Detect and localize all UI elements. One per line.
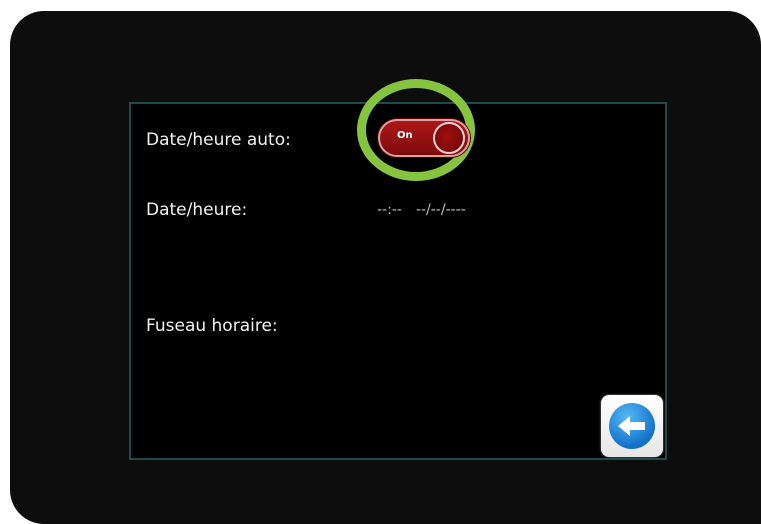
toggle-state-label: On bbox=[397, 130, 413, 141]
time-value: --:-- bbox=[377, 202, 402, 218]
back-button[interactable] bbox=[601, 395, 663, 457]
timezone-label: Fuseau horaire: bbox=[146, 316, 278, 336]
auto-datetime-label: Date/heure auto: bbox=[146, 130, 291, 150]
datetime-value: --:-- --/--/---- bbox=[377, 202, 466, 218]
back-arrow-glyph bbox=[618, 416, 645, 436]
auto-datetime-toggle[interactable]: On bbox=[378, 119, 470, 157]
toggle-knob bbox=[433, 122, 465, 154]
settings-screen: Date/heure auto: On Date/heure: --:-- --/… bbox=[129, 79, 667, 460]
date-value: --/--/---- bbox=[415, 202, 466, 218]
back-arrow-icon bbox=[609, 403, 655, 449]
datetime-label: Date/heure: bbox=[146, 200, 248, 220]
device-bezel: Date/heure auto: On Date/heure: --:-- --/… bbox=[10, 11, 761, 524]
